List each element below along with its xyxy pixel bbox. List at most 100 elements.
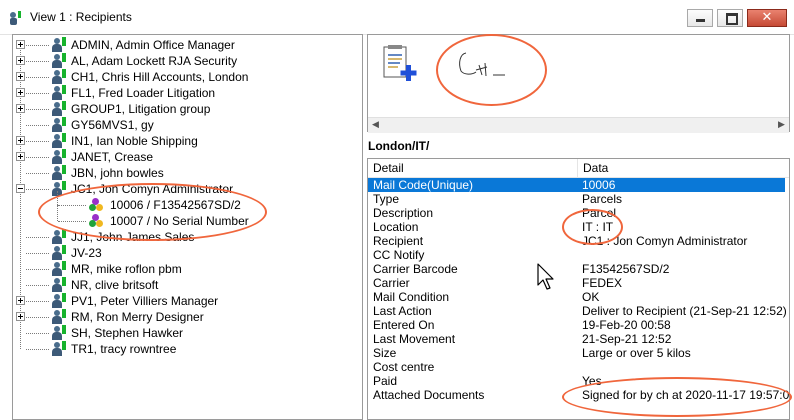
tree-connector [26, 45, 49, 47]
tree-item[interactable]: MR, mike roflon pbm [13, 261, 362, 277]
scroll-right-icon[interactable]: ▶ [774, 118, 789, 133]
expand-icon[interactable] [16, 104, 25, 113]
user-icon [51, 149, 67, 165]
detail-key: Location [373, 220, 419, 234]
detail-value: 21-Sep-21 12:52 [582, 332, 672, 346]
tree-item[interactable]: JV-23 [13, 245, 362, 261]
tree-item-label: SH, Stephen Hawker [71, 326, 184, 340]
tree-item[interactable]: JBN, john bowles [13, 165, 362, 181]
detail-row[interactable]: Carrier FEDEX [368, 276, 785, 290]
signature-scrollbar[interactable]: ◀ ▶ [368, 117, 789, 133]
detail-row[interactable]: Cost centre [368, 360, 785, 374]
tree-item-label: GROUP1, Litigation group [71, 102, 211, 116]
detail-row[interactable]: Carrier Barcode F13542567SD/2 [368, 262, 785, 276]
detail-key: Mail Code(Unique) [373, 178, 474, 192]
detail-column-header[interactable]: Detail [368, 159, 578, 177]
expand-icon[interactable] [16, 152, 25, 161]
tree-item[interactable]: SH, Stephen Hawker [13, 325, 362, 341]
tree-item[interactable]: ADMIN, Admin Office Manager [13, 37, 362, 53]
tree-item-label: TR1, tracy rowntree [71, 342, 177, 356]
expand-icon[interactable] [16, 312, 25, 321]
document-add-icon[interactable] [382, 45, 418, 85]
tree-item-label: JANET, Crease [71, 150, 154, 164]
tree-item[interactable]: TR1, tracy rowntree [13, 341, 362, 357]
collapse-icon[interactable] [16, 184, 25, 193]
detail-row[interactable]: Last Movement 21-Sep-21 12:52 [368, 332, 785, 346]
tree-connector [26, 141, 49, 143]
detail-key: Recipient [373, 234, 424, 248]
scroll-left-icon[interactable]: ◀ [368, 118, 383, 133]
tree-item-label: CH1, Chris Hill Accounts, London [71, 70, 249, 84]
tree-connector [26, 301, 49, 303]
detail-row[interactable]: Last Action Deliver to Recipient (21-Sep-… [368, 304, 787, 318]
expand-icon[interactable] [16, 88, 25, 97]
tree-item[interactable]: JANET, Crease [13, 149, 362, 165]
tree-item-label: FL1, Fred Loader Litigation [71, 86, 216, 100]
user-icon [51, 165, 67, 181]
tree-connector [26, 157, 49, 159]
detail-key: Type [373, 192, 400, 206]
tree-item[interactable]: RM, Ron Merry Designer [13, 309, 362, 325]
detail-value: Deliver to Recipient (21-Sep-21 12:52) [582, 304, 787, 318]
data-column-header[interactable]: Data [578, 159, 789, 177]
tree-item-label: RM, Ron Merry Designer [71, 310, 204, 324]
detail-value: OK [582, 290, 600, 304]
detail-row[interactable]: CC Notify [368, 248, 785, 262]
detail-value: Parcels [582, 192, 623, 206]
expand-icon[interactable] [16, 296, 25, 305]
tree-connector [26, 93, 49, 95]
tree-item-label: AL, Adam Lockett RJA Security [71, 54, 238, 68]
detail-row[interactable]: Size Large or over 5 kilos [368, 346, 785, 360]
maximize-icon [726, 13, 738, 25]
detail-key: Last Movement [373, 332, 456, 346]
expand-icon[interactable] [16, 40, 25, 49]
attached-docs-annotation-oval [562, 377, 792, 417]
tree-item-label: JV-23 [71, 246, 102, 260]
detail-key: Entered On [373, 318, 435, 332]
detail-key: Size [373, 346, 397, 360]
expand-icon[interactable] [16, 72, 25, 81]
tree-connector [26, 77, 49, 79]
close-button[interactable]: ✕ [747, 9, 787, 27]
detail-key: Cost centre [373, 360, 435, 374]
user-icon [51, 261, 67, 277]
location-path: London/IT/ [368, 139, 430, 153]
detail-value: FEDEX [582, 276, 623, 290]
detail-row[interactable]: Entered On 19-Feb-20 00:58 [368, 318, 785, 332]
detail-key: Mail Condition [373, 290, 450, 304]
items-annotation-oval [38, 183, 267, 241]
user-icon [51, 293, 67, 309]
maximize-button[interactable] [717, 9, 743, 27]
user-icon [51, 245, 67, 261]
app-icon [10, 11, 21, 25]
tree-item[interactable]: IN1, Ian Noble Shipping [13, 133, 362, 149]
tree-item[interactable]: NR, clive britsoft [13, 277, 362, 293]
details-header: Detail Data [368, 159, 789, 178]
expand-icon[interactable] [16, 136, 25, 145]
user-icon [51, 229, 67, 245]
detail-key: Description [373, 206, 434, 220]
expand-icon[interactable] [16, 56, 25, 65]
tree-item[interactable]: GROUP1, Litigation group [13, 101, 362, 117]
minimize-button[interactable] [687, 9, 713, 27]
tree-connector [26, 61, 49, 63]
tree-item-label: PV1, Peter Villiers Manager [71, 294, 219, 308]
tree-item[interactable]: AL, Adam Lockett RJA Security [13, 53, 362, 69]
tree-item[interactable]: FL1, Fred Loader Litigation [13, 85, 362, 101]
detail-key: Last Action [373, 304, 432, 318]
mouse-cursor-icon [537, 263, 554, 290]
minimize-icon [696, 19, 705, 22]
tree-connector [26, 237, 49, 239]
detail-row[interactable]: Mail Condition OK [368, 290, 785, 304]
tree-item[interactable]: CH1, Chris Hill Accounts, London [13, 69, 362, 85]
tree-item[interactable]: PV1, Peter Villiers Manager [13, 293, 362, 309]
user-icon [51, 277, 67, 293]
tree-connector [26, 125, 49, 127]
detail-key: Carrier [373, 276, 410, 290]
tree-item[interactable]: GY56MVS1, gy [13, 117, 362, 133]
detail-row[interactable]: Mail Code(Unique) 10006 [368, 178, 785, 192]
tree-connector [26, 269, 49, 271]
detail-row[interactable]: Type Parcels [368, 192, 785, 206]
tree-connector [26, 349, 49, 351]
tree-item-label: GY56MVS1, gy [71, 118, 154, 132]
